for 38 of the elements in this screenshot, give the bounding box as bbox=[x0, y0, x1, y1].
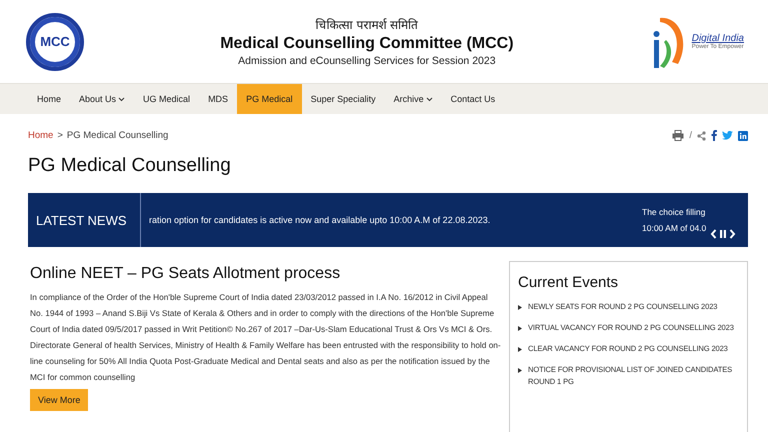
nav-tab[interactable]: About Us bbox=[70, 84, 134, 114]
nav-tab[interactable]: Contact Us bbox=[442, 84, 504, 114]
nav-tab[interactable]: PG Medical bbox=[237, 84, 302, 114]
digital-india-name: Digital India bbox=[692, 33, 744, 44]
breadcrumb-separator: > bbox=[57, 130, 63, 141]
nav-tab[interactable]: UG Medical bbox=[134, 84, 200, 114]
page-title: PG Medical Counselling bbox=[28, 155, 232, 177]
pause-icon[interactable] bbox=[719, 229, 727, 239]
bullet-icon bbox=[518, 368, 522, 373]
news-ticker-text[interactable]: The choice filling bbox=[642, 207, 748, 217]
news-label: LATEST NEWS bbox=[36, 212, 127, 228]
facebook-icon[interactable] bbox=[711, 130, 717, 141]
twitter-icon[interactable] bbox=[722, 131, 733, 140]
mcc-logo[interactable]: MCC bbox=[26, 12, 84, 70]
site-title: Medical Counselling Committee (MCC) bbox=[220, 35, 514, 53]
view-more-button[interactable]: View More bbox=[30, 389, 88, 411]
article-title: Online NEET – PG Seats Allotment process bbox=[30, 265, 342, 283]
nav-tab[interactable]: Super Speciality bbox=[302, 84, 385, 114]
news-ticker-text[interactable]: 10:00 AM of 04.0 bbox=[642, 223, 748, 233]
share-icon[interactable] bbox=[697, 130, 706, 140]
nav-tab[interactable]: MDS bbox=[199, 84, 238, 114]
bullet-icon bbox=[518, 305, 522, 310]
bullet-icon bbox=[518, 347, 522, 352]
next-icon[interactable] bbox=[729, 229, 736, 239]
breadcrumb-link[interactable]: Home bbox=[28, 130, 54, 141]
linkedin-icon[interactable] bbox=[738, 130, 748, 140]
article-text: In compliance of the Order of the Hon'ble Supreme Court of India dated 23/03/2012 passed in I.A No. 16/2012 in Civil Appeal No. 1944 of 1993 – Anand S.Biji Vs State of Kerala & Others and in order to comply with the directions of the Hon'ble Supreme Court of India dated 09/5/2017 passed in Writ Petition© No.267 of 2017 –Dar-Us-Slam Educational Trust & Ors Vs MCI & Ors. Directorate General of health Services, Ministry of Health & Family Welfare has been entrusted with the responsibility to hold on-line counseling for 50% All India Quota Post-Graduate Medical and Dental seats and also as per the notification issued by the MCI for common counselling bbox=[30, 291, 501, 384]
news-ticker-text[interactable]: ration option for candidates is active now and available upto 10:00 A.M of 22.08.2023. bbox=[149, 215, 490, 225]
nav-tab[interactable]: Home bbox=[28, 84, 70, 114]
nav-tab[interactable]: Archive bbox=[384, 84, 442, 114]
site-subtitle: Admission and eCounselling Services for Session 2023 bbox=[238, 55, 496, 67]
hindi-title: चिकित्सा परामर्श समिति bbox=[316, 17, 418, 33]
events-title: Current Events bbox=[518, 274, 620, 291]
share-separator: / bbox=[689, 130, 692, 141]
print-icon[interactable] bbox=[672, 130, 684, 141]
breadcrumb-current: PG Medical Counselling bbox=[66, 130, 168, 141]
bullet-icon bbox=[518, 326, 522, 331]
previous-icon[interactable] bbox=[710, 229, 717, 239]
